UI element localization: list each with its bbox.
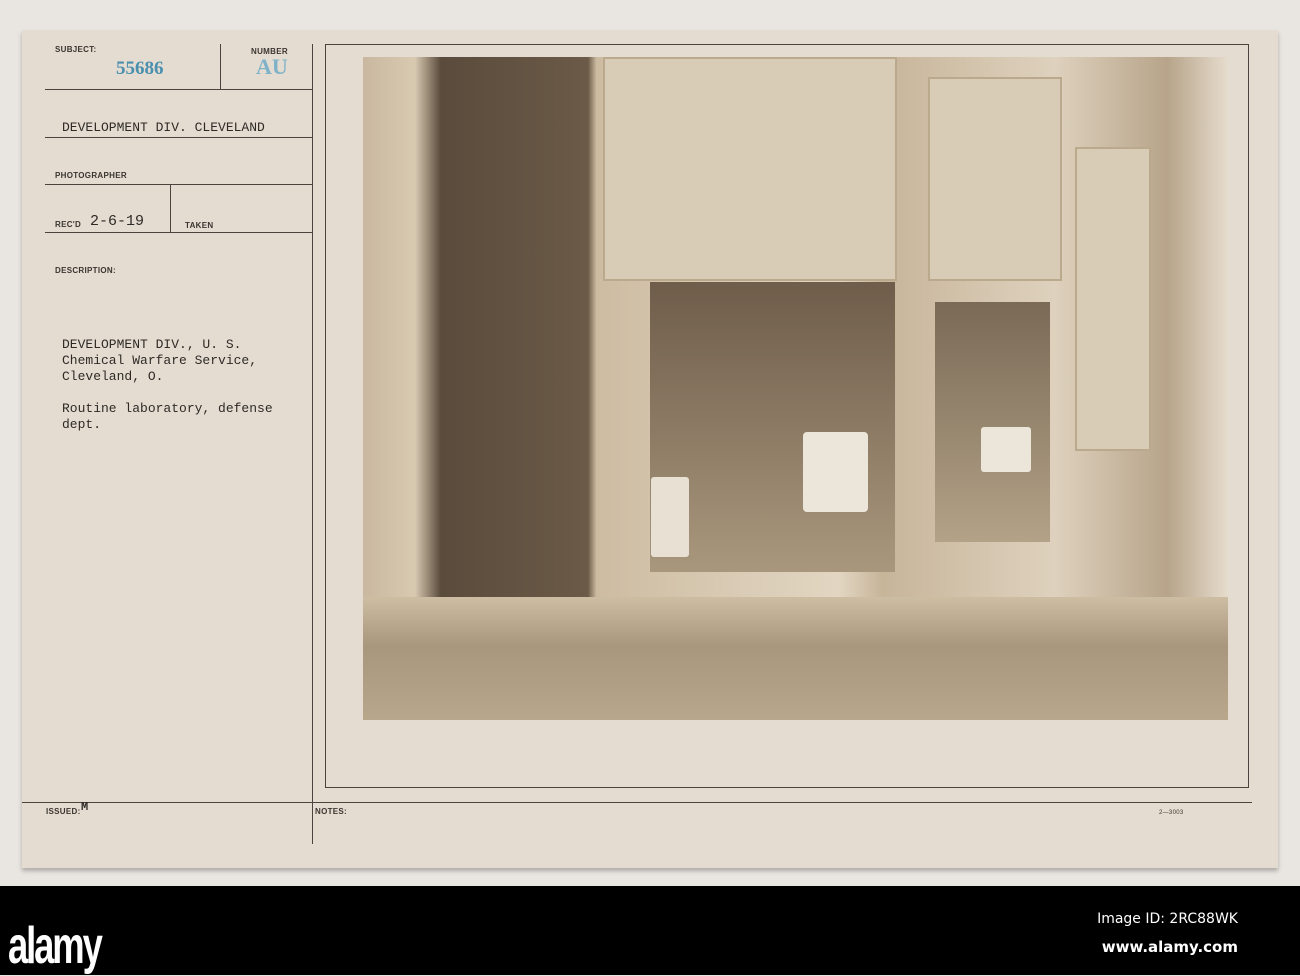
divider [45, 184, 312, 185]
image-id: Image ID: 2RC88WK [1097, 911, 1238, 927]
cabinet [603, 57, 897, 281]
divider [312, 44, 313, 844]
subject-number: 55686 [116, 58, 164, 79]
divider [45, 232, 312, 233]
divider [170, 184, 171, 232]
divider [45, 137, 312, 138]
fume-hood [935, 302, 1050, 542]
divider [220, 44, 221, 89]
number-value: AU [256, 54, 288, 79]
recd-label: REC'D [55, 220, 82, 229]
divider [45, 89, 312, 90]
photographer-label: PHOTOGRAPHER [55, 171, 127, 180]
issued-value: M [81, 800, 89, 814]
description-label: DESCRIPTION: [55, 266, 116, 275]
cabinet [928, 77, 1062, 281]
watermark-bar: alamy Image ID: 2RC88WK www.alamy.com [0, 886, 1300, 975]
issued-label: ISSUED: [46, 807, 81, 816]
card-title: DEVELOPMENT DIV. CLEVELAND [62, 120, 265, 135]
jar [803, 432, 868, 512]
site-url[interactable]: www.alamy.com [1102, 938, 1238, 956]
description-text: DEVELOPMENT DIV., U. S. Chemical Warfare… [62, 337, 273, 432]
cabinet [1075, 147, 1151, 451]
laboratory-photograph [363, 57, 1228, 720]
divider [22, 802, 1252, 803]
bench [363, 597, 1228, 720]
taken-label: TAKEN [185, 221, 214, 230]
form-code: 2—3003 [1159, 810, 1184, 816]
jar [651, 477, 689, 557]
alamy-logo: alamy [8, 917, 103, 975]
subject-label: SUBJECT: [55, 45, 97, 54]
recd-date: 2-6-19 [90, 213, 145, 230]
jar [981, 427, 1031, 472]
notes-label: NOTES: [315, 807, 348, 816]
